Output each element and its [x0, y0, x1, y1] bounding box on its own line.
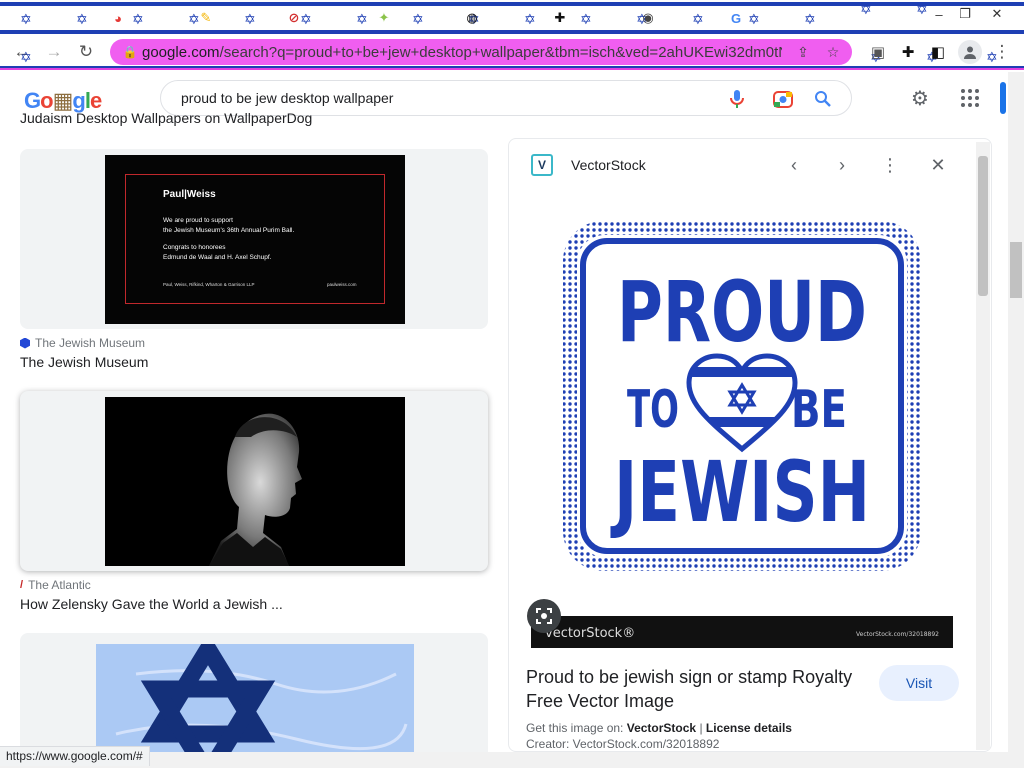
menu-kebab-icon[interactable]: ⋮ [990, 40, 1014, 64]
previous-image-button[interactable]: ‹ [783, 154, 805, 176]
result-title[interactable]: The Jewish Museum [20, 354, 148, 370]
visit-button[interactable]: Visit [879, 665, 959, 701]
url-host: google.com [142, 43, 220, 61]
preview-title[interactable]: Proud to be jewish sign or stamp Royalty… [526, 665, 866, 713]
search-input[interactable]: proud to be jew desktop wallpaper [181, 90, 393, 106]
minimize-button[interactable]: – [928, 6, 950, 22]
microphone-icon[interactable] [727, 89, 747, 109]
result-thumbnail[interactable] [96, 633, 414, 752]
panel-scroll-thumb[interactable] [978, 156, 988, 296]
star-of-david-image [96, 633, 414, 752]
browser-toolbar: ← → ↻ 🔒 google.com/search?q=proud+to+be+… [0, 36, 1024, 68]
thumb-brand: Paul|Weiss [163, 189, 216, 200]
url-path: /search?q=proud+to+be+jew+desktop+wallpa… [219, 43, 782, 61]
bookmark-star-icon[interactable]: ☆ [824, 43, 842, 61]
lock-icon: 🔒 [122, 45, 138, 59]
get-this-image-line: Get this image on: VectorStock | License… [526, 721, 792, 735]
image-results-column: Judaism Desktop Wallpapers on WallpaperD… [0, 112, 500, 752]
toolbar-divider [0, 68, 1024, 70]
page-scroll-thumb[interactable] [1010, 242, 1022, 298]
result-thumbnail[interactable] [105, 397, 405, 566]
preview-header: V VectorStock ‹ › ⋮ ✕ [509, 139, 991, 191]
next-image-button[interactable]: › [831, 154, 853, 176]
watermark-url: VectorStock.com/32018892 [856, 631, 939, 638]
result-card[interactable]: Paul|Weiss We are proud to support the J… [20, 149, 488, 329]
thumb-text-line: the Jewish Museum's 36th Annual Purim Ba… [163, 227, 295, 234]
tab-feather-icon[interactable]: ✎ [196, 8, 216, 28]
tab-chrome-icon[interactable]: ◕ [108, 8, 128, 28]
atlantic-favicon-icon: / [20, 579, 24, 591]
stamp-jewish-text: JEWISH [610, 443, 870, 541]
settings-gear-icon[interactable]: ⚙ [908, 86, 932, 110]
thumb-text-line: Edmund de Waal and H. Axel Schupf. [163, 254, 272, 261]
result-source-name: The Jewish Museum [35, 336, 146, 350]
browser-chrome: ✡ ✡ ✡ ✡ ✡ ✡ ✡ ✡ ✡ ✡ ✡ ✡ ✡ ✡ ✡ ✡ ✡ ✡ ✡ ✡ … [0, 0, 1024, 72]
sign-in-button-edge[interactable] [1000, 82, 1006, 114]
extensions-puzzle-icon[interactable]: ✚ [896, 40, 920, 64]
side-panel-icon[interactable]: ◧ [926, 40, 950, 64]
tab-chrome-icon[interactable]: ◉ [638, 8, 658, 28]
forward-button[interactable]: → [42, 40, 66, 64]
status-bar-url: https://www.google.com/# [0, 746, 150, 766]
profile-avatar[interactable] [958, 40, 982, 64]
license-details-link[interactable]: License details [706, 721, 792, 735]
stamp-proud-text: PROUD [617, 263, 867, 361]
tab-globe-icon[interactable]: ◍ [462, 8, 482, 28]
tab-strip: ◕ ✎ ⊘ ✦ ◍ ✚ ◉ G – ❐ ✕ [0, 6, 1024, 32]
google-lens-icon[interactable] [527, 599, 561, 633]
stamp-be-text: BE [791, 380, 847, 440]
zelensky-profile-photo [105, 397, 405, 566]
thumb-footer: Paul, Weiss, Rifkind, Wharton & Garrison… [163, 282, 255, 287]
search-icon[interactable] [813, 89, 833, 109]
page-scrollbar[interactable] [1008, 72, 1024, 752]
extension-icon[interactable]: ▣ [866, 40, 890, 64]
tab-google-icon[interactable]: G [726, 8, 746, 28]
result-card[interactable] [20, 633, 488, 752]
vectorstock-logo-icon[interactable]: V [531, 154, 553, 176]
tab-puzzle-icon[interactable]: ✚ [550, 8, 570, 28]
creator-credit: Creator: VectorStock.com/32018892 [526, 737, 720, 751]
image-preview-panel: V VectorStock ‹ › ⋮ ✕ PROUD TO BE JEWISH… [508, 138, 992, 752]
thumb-text-line: Congrats to honorees [163, 244, 226, 251]
search-box[interactable]: proud to be jew desktop wallpaper [160, 80, 852, 116]
google-doodle-logo[interactable]: Go▦gle [24, 88, 102, 114]
back-button[interactable]: ← [10, 40, 34, 64]
close-preview-button[interactable]: ✕ [927, 154, 949, 176]
result-card[interactable] [20, 391, 488, 571]
google-apps-icon[interactable] [958, 86, 982, 110]
result-source-name: The Atlantic [28, 578, 91, 592]
result-thumbnail[interactable]: Paul|Weiss We are proud to support the J… [105, 155, 405, 324]
result-source[interactable]: / The Atlantic [20, 578, 91, 592]
url-text[interactable]: google.com/search?q=proud+to+be+jew+desk… [142, 44, 782, 61]
share-icon[interactable]: ⇪ [794, 43, 812, 61]
preview-site-name[interactable]: VectorStock [571, 157, 646, 173]
get-this-site-link[interactable]: VectorStock [627, 721, 696, 735]
camera-lens-icon[interactable] [773, 89, 793, 109]
tab-block-icon[interactable]: ⊘ [284, 8, 304, 28]
more-options-icon[interactable]: ⋮ [879, 154, 901, 176]
jewish-museum-favicon-icon [20, 337, 30, 349]
thumb-footer: paulweiss.com [327, 282, 357, 287]
stamp-to-text: TO [627, 380, 679, 440]
result-source[interactable]: The Jewish Museum [20, 336, 145, 350]
restore-button[interactable]: ❐ [954, 6, 976, 22]
preview-image[interactable]: PROUD TO BE JEWISH vectorStock® VectorSt… [531, 191, 953, 648]
person-icon [964, 46, 976, 59]
address-bar[interactable]: 🔒 google.com/search?q=proud+to+be+jew+de… [110, 39, 852, 65]
get-this-label: Get this image on: [526, 721, 624, 735]
thumb-text-line: We are proud to support [163, 217, 233, 224]
result-title[interactable]: Judaism Desktop Wallpapers on WallpaperD… [20, 112, 312, 126]
close-window-button[interactable]: ✕ [986, 6, 1008, 22]
horizontal-scrollbar[interactable] [0, 752, 1024, 768]
watermark-text: vectorStock® [545, 626, 635, 641]
proud-to-be-jewish-stamp: PROUD TO BE JEWISH vectorStock® VectorSt… [531, 191, 953, 648]
reload-button[interactable]: ↻ [74, 40, 98, 64]
tab-star-bolt-icon[interactable]: ✦ [374, 8, 394, 28]
result-title[interactable]: How Zelensky Gave the World a Jewish ... [20, 596, 283, 612]
